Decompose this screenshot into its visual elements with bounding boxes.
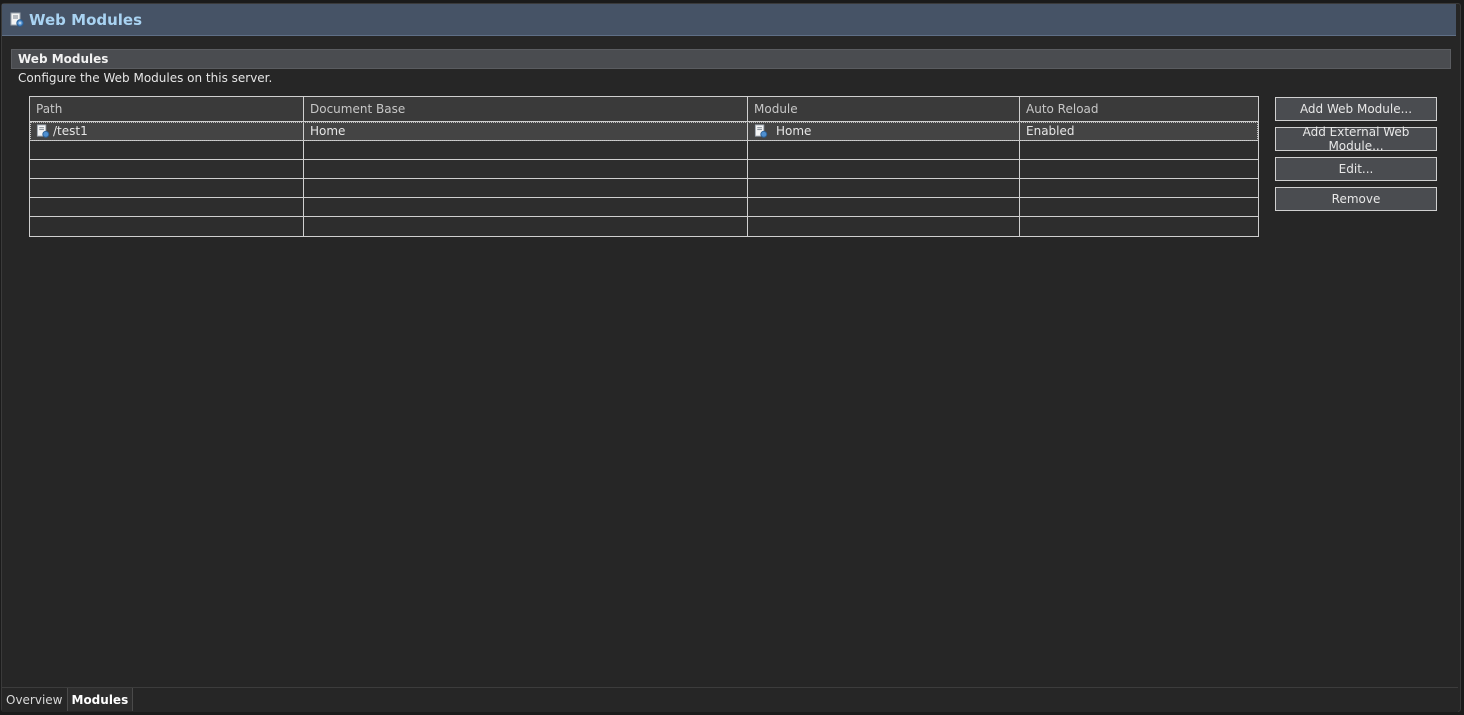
empty-cell	[30, 160, 304, 178]
path-cell[interactable]: /test1	[30, 122, 304, 140]
remove-button[interactable]: Remove	[1275, 187, 1437, 211]
empty-cell	[30, 179, 304, 197]
auto-reload-value: Enabled	[1026, 124, 1075, 138]
web-modules-section: Web Modules Configure the Web Modules on…	[11, 49, 1451, 85]
module-value: Home	[776, 124, 812, 138]
empty-table-row	[30, 179, 1258, 198]
empty-cell	[748, 141, 1020, 159]
web-module-icon	[754, 124, 768, 138]
empty-table-row	[30, 217, 1258, 236]
column-header-auto-reload[interactable]: Auto Reload	[1020, 97, 1258, 121]
web-modules-table[interactable]: Path Document Base Module Auto Reload /t…	[29, 96, 1259, 237]
page-title: Web Modules	[29, 10, 143, 29]
empty-cell	[748, 179, 1020, 197]
column-header-document-base[interactable]: Document Base	[304, 97, 748, 121]
section-header[interactable]: Web Modules	[11, 49, 1451, 69]
tab-overview[interactable]: Overview	[2, 688, 67, 711]
empty-cell	[1020, 198, 1258, 216]
empty-cell	[1020, 160, 1258, 178]
empty-cell	[30, 198, 304, 216]
empty-cell	[748, 217, 1020, 236]
page-title-bar: Web Modules	[2, 4, 1456, 36]
section-description: Configure the Web Modules on this server…	[18, 71, 273, 85]
empty-cell	[30, 217, 304, 236]
empty-table-row	[30, 141, 1258, 160]
empty-cell	[30, 141, 304, 159]
auto-reload-cell[interactable]: Enabled	[1020, 122, 1258, 140]
empty-table-row	[30, 160, 1258, 179]
module-cell[interactable]: Home	[748, 122, 1020, 140]
empty-cell	[748, 198, 1020, 216]
empty-cell	[748, 160, 1020, 178]
empty-cell	[304, 198, 748, 216]
empty-cell	[304, 179, 748, 197]
column-header-module[interactable]: Module	[748, 97, 1020, 121]
table-row[interactable]: /test1 Home Home Enabled	[30, 122, 1258, 141]
empty-table-row	[30, 198, 1258, 217]
path-value: /test1	[53, 124, 88, 138]
add-external-web-module-button[interactable]: Add External Web Module...	[1275, 125, 1437, 153]
edit-button[interactable]: Edit...	[1275, 157, 1437, 181]
document-base-cell[interactable]: Home	[304, 122, 748, 140]
tab-modules[interactable]: Modules	[66, 688, 134, 711]
document-base-value: Home	[310, 124, 346, 138]
empty-cell	[304, 217, 748, 236]
empty-cell	[1020, 141, 1258, 159]
web-module-icon	[9, 12, 25, 28]
empty-cell	[1020, 179, 1258, 197]
empty-cell	[1020, 217, 1258, 236]
button-panel: Add Web Module... Add External Web Modul…	[1275, 97, 1437, 217]
column-header-path[interactable]: Path	[30, 97, 304, 121]
web-module-icon	[36, 124, 50, 138]
empty-cell	[304, 160, 748, 178]
empty-cell	[304, 141, 748, 159]
table-header-row: Path Document Base Module Auto Reload	[30, 97, 1258, 122]
add-web-module-button[interactable]: Add Web Module...	[1275, 97, 1437, 121]
editor-tabs: Overview Modules	[2, 687, 1458, 712]
